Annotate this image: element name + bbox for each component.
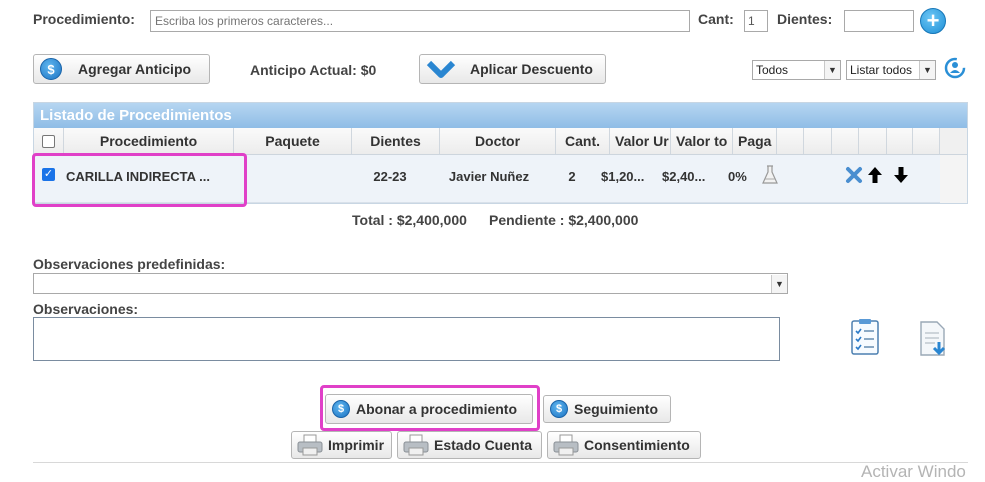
chevron-down-icon: ▼: [824, 61, 840, 79]
imprimir-label: Imprimir: [328, 437, 385, 453]
dientes-label: Dientes:: [777, 11, 833, 27]
anticipo-actual-text: Anticipo Actual: $0: [250, 62, 377, 78]
cell-valor-unitario: $1,20...: [601, 168, 645, 184]
aplicar-descuento-button[interactable]: Aplicar Descuento: [419, 54, 606, 84]
header-doctor[interactable]: Doctor: [440, 128, 556, 154]
cell-cant: 2: [568, 168, 576, 184]
procedimiento-search-input[interactable]: [150, 10, 690, 32]
agregar-anticipo-label: Agregar Anticipo: [78, 61, 192, 77]
header-dientes[interactable]: Dientes: [352, 128, 440, 154]
estado-cuenta-button[interactable]: Estado Cuenta: [397, 431, 542, 459]
filter-listar-value: Listar todos: [850, 63, 913, 77]
arrow-up-icon[interactable]: [867, 166, 883, 184]
agregar-anticipo-button[interactable]: $ Agregar Anticipo: [33, 54, 210, 84]
grid-scroll-area[interactable]: [940, 155, 967, 203]
chevron-down-icon: ▼: [771, 274, 787, 293]
observaciones-predefinidas-label: Observaciones predefinidas:: [33, 256, 226, 272]
aplicar-descuento-label: Aplicar Descuento: [470, 61, 593, 77]
cell-pagado: 0%: [728, 168, 747, 184]
footer-divider: [33, 462, 968, 463]
seguimiento-button[interactable]: $ Seguimiento: [543, 395, 671, 423]
select-all-checkbox[interactable]: [42, 134, 55, 148]
header-spacer: [777, 128, 804, 154]
header-spacer: [859, 128, 887, 154]
filter-todos-value: Todos: [756, 63, 789, 77]
cell-dientes: 22-23: [373, 168, 407, 184]
dollar-coin-icon: $: [40, 58, 62, 80]
add-procedure-icon[interactable]: +: [920, 8, 946, 34]
document-download-icon[interactable]: [918, 320, 950, 358]
consentimiento-label: Consentimiento: [584, 437, 690, 453]
header-cant[interactable]: Cant.: [556, 128, 610, 154]
filter-todos-select[interactable]: Todos ▼: [752, 60, 841, 80]
header-pagado[interactable]: Paga: [733, 128, 777, 154]
cant-label: Cant:: [698, 11, 734, 27]
imprimir-button[interactable]: Imprimir: [291, 431, 392, 459]
refresh-user-icon[interactable]: [943, 56, 967, 80]
select-all-cell: [34, 128, 64, 154]
cell-doctor: Javier Nuñez: [448, 168, 530, 184]
dientes-input[interactable]: [844, 10, 914, 32]
header-valor-unitario[interactable]: Valor Ur: [610, 128, 671, 154]
windows-activation-watermark: Activar Windo: [861, 462, 966, 481]
dollar-coin-icon: $: [550, 400, 568, 418]
chevron-down-icon: ▼: [919, 61, 935, 79]
arrow-down-icon[interactable]: [893, 166, 909, 184]
header-procedimiento[interactable]: Procedimiento: [64, 128, 234, 154]
header-spacer: [913, 128, 940, 154]
observaciones-label: Observaciones:: [33, 301, 139, 317]
abonar-highlight: [320, 385, 540, 431]
printer-icon: [553, 434, 579, 456]
cant-input[interactable]: [744, 10, 768, 32]
header-spacer: [887, 128, 913, 154]
grid-title: Listado de Procedimientos: [34, 103, 967, 128]
header-spacer: [804, 128, 832, 154]
header-paquete[interactable]: Paquete: [234, 128, 352, 154]
total-text: Total : $2,400,000: [352, 212, 467, 228]
header-valor-total[interactable]: Valor to: [671, 128, 733, 154]
cell-paquete: [234, 162, 352, 190]
procedimiento-label: Procedimiento:: [33, 11, 135, 27]
seguimiento-label: Seguimiento: [574, 401, 659, 417]
checklist-document-icon[interactable]: [850, 318, 882, 356]
delete-icon[interactable]: [845, 166, 863, 184]
observaciones-textarea[interactable]: [33, 317, 780, 361]
header-scroll-spacer: [940, 128, 967, 154]
printer-icon: [297, 434, 323, 456]
observaciones-predefinidas-select[interactable]: ▼: [33, 273, 788, 294]
lab-flask-icon[interactable]: [762, 165, 778, 185]
discount-chevron-icon: [426, 60, 456, 78]
cell-valor-total: $2,40...: [662, 168, 706, 184]
consentimiento-button[interactable]: Consentimiento: [547, 431, 701, 459]
row-highlight: [32, 153, 247, 207]
estado-cuenta-label: Estado Cuenta: [434, 437, 533, 453]
pendiente-text: Pendiente : $2,400,000: [489, 212, 639, 228]
printer-icon: [403, 434, 429, 456]
filter-listar-select[interactable]: Listar todos ▼: [846, 60, 936, 80]
header-spacer: [832, 128, 859, 154]
